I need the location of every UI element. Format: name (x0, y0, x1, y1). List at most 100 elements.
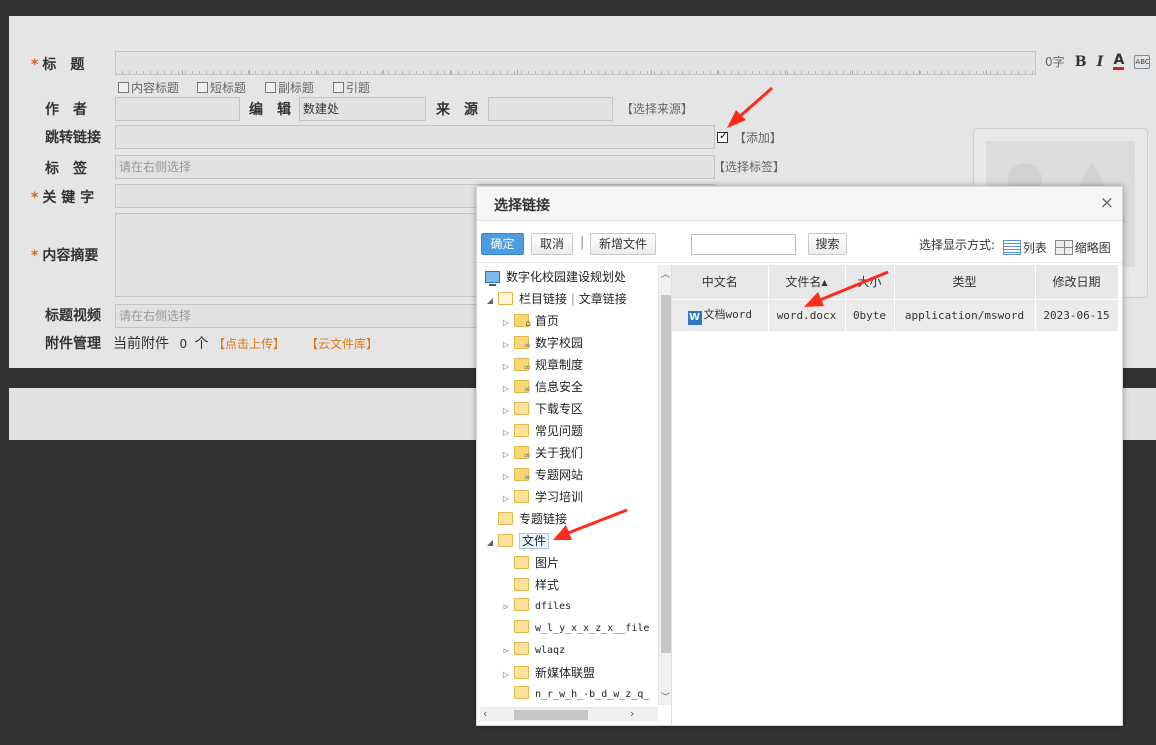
collapsed-arrow-icon: ▷ (502, 428, 510, 437)
folder-icon (514, 424, 529, 437)
cancel-button[interactable]: 取消 (531, 233, 573, 255)
tree-file-new-media[interactable]: ▷ 新媒体联盟 (501, 663, 595, 683)
jump-link-label: 跳转链接 (45, 130, 101, 146)
tree-node-files[interactable]: ◢ 文件 (485, 531, 550, 551)
checkbox-lead-title[interactable]: 引题 (333, 79, 370, 96)
editor-label: 编 辑 (249, 102, 291, 118)
folder-icon (514, 556, 529, 569)
tree-node-topic-links[interactable]: 专题链接 (485, 509, 567, 529)
tree-item-training[interactable]: ▷ 学习培训 (501, 487, 583, 507)
tree-file-nrwh[interactable]: n_r_w_h_-b_d_w_z_q_ (501, 685, 649, 705)
author-input[interactable] (115, 97, 240, 121)
collapsed-arrow-icon: ▷ (502, 670, 510, 679)
italic-button[interactable]: I (1097, 54, 1104, 70)
link-tree: 数字化校园建设规划处 ◢ 栏目链接 | 文章链接 ▷ ⌂ 首页 ▷ ∞ 数字校园 ▷ ∞ 规章… (480, 265, 672, 725)
collapsed-arrow-icon: ▷ (502, 340, 510, 349)
tree-item-info-security[interactable]: ▷ ∞ 信息安全 (501, 377, 583, 397)
collapsed-arrow-icon: ▷ (502, 362, 510, 371)
col-header-modified[interactable]: 修改日期 (1035, 265, 1119, 299)
select-source-link[interactable]: 【选择来源】 (621, 100, 693, 117)
search-button[interactable]: 搜索 (808, 233, 847, 255)
scroll-right-icon[interactable]: › (630, 707, 634, 720)
checkbox-icon (197, 82, 208, 93)
tree-item-regulations[interactable]: ▷ ∞ 规章制度 (501, 355, 583, 375)
tree-node-column-links[interactable]: ◢ 栏目链接 | 文章链接 (485, 289, 627, 309)
source-label: 来 源 (436, 102, 478, 118)
summary-label: * 内容摘要 (31, 248, 99, 264)
list-view-icon (1002, 240, 1021, 255)
tree-item-topic-sites[interactable]: ▷ ∞ 专题网站 (501, 465, 583, 485)
new-file-button[interactable]: 新增文件 (590, 233, 656, 255)
col-header-size[interactable]: 大小 (845, 265, 895, 299)
view-mode-label: 选择显示方式: (919, 238, 996, 252)
tree-file-dfiles[interactable]: ▷ dfiles (501, 597, 571, 617)
upload-link[interactable]: 【点击上传】 (213, 335, 285, 352)
tree-file-wlyxxzx[interactable]: w_l_y_x_x_z_x__file (501, 619, 649, 639)
scroll-thumb[interactable] (514, 710, 588, 720)
folder-icon (514, 490, 529, 503)
checkbox-icon (333, 82, 344, 93)
select-link-dialog: 选择链接 × 确定 取消 | 新增文件 搜索 选择显示方式: 列表 缩略图 数字… (476, 186, 1123, 726)
checkbox-icon (265, 82, 276, 93)
font-color-button[interactable]: A (1113, 53, 1125, 70)
tree-vertical-scrollbar[interactable]: ︿ ﹀ (658, 265, 671, 705)
view-thumbnail-option[interactable]: 缩略图 (1054, 239, 1111, 256)
folder-icon (498, 512, 513, 525)
col-header-type[interactable]: 类型 (894, 265, 1036, 299)
tags-input[interactable]: 请在右侧选择 (115, 155, 715, 179)
collapsed-arrow-icon: ▷ (502, 450, 510, 459)
dialog-title: 选择链接 (494, 198, 550, 214)
editor-input[interactable]: 数建处 (299, 97, 426, 121)
search-input[interactable] (691, 234, 796, 255)
scroll-thumb[interactable] (661, 295, 671, 653)
scroll-left-icon[interactable]: ‹ (483, 707, 487, 720)
title-video-label: 标题视频 (45, 308, 101, 324)
confirm-button[interactable]: 确定 (481, 233, 524, 255)
source-input[interactable] (488, 97, 613, 121)
open-folder-icon (498, 292, 513, 305)
dialog-header: 选择链接 × (477, 187, 1122, 221)
close-icon[interactable]: × (1100, 193, 1114, 213)
tree-item-digital-campus[interactable]: ▷ ∞ 数字校园 (501, 333, 583, 353)
cell-type: application/msword (894, 298, 1036, 331)
jump-link-input[interactable] (115, 125, 715, 149)
table-row[interactable]: W 文档word word.docx 0byte application/mswo… (672, 298, 1119, 331)
tree-root[interactable]: 数字化校园建设规划处 (485, 267, 626, 287)
tags-label: 标 签 (45, 161, 87, 177)
folder-icon (514, 620, 529, 633)
tree-item-downloads[interactable]: ▷ 下载专区 (501, 399, 583, 419)
view-list-option[interactable]: 列表 (1002, 239, 1047, 256)
tree-file-styles[interactable]: 样式 (501, 575, 559, 595)
title-input[interactable] (115, 51, 1036, 75)
jump-link-checkbox[interactable]: ✓ 【添加】 (717, 129, 782, 146)
checkbox-checked-icon: ✓ (717, 129, 729, 143)
select-tags-link[interactable]: 【选择标签】 (713, 158, 785, 175)
spellcheck-icon[interactable]: ABC (1134, 54, 1151, 69)
checkbox-short-title[interactable]: 短标题 (197, 79, 246, 96)
tree-file-wlaqz[interactable]: ▷ wlaqz (501, 641, 565, 661)
cloud-library-link[interactable]: 【云文件库】 (306, 335, 378, 352)
folder-icon (514, 402, 529, 415)
col-header-file-name[interactable]: 文件名▲ (768, 265, 846, 299)
title-char-count: 0字 (1045, 55, 1065, 69)
tree-item-home[interactable]: ▷ ⌂ 首页 (501, 311, 559, 331)
tree-horizontal-scrollbar[interactable]: ‹ › (480, 707, 658, 721)
folder-icon (514, 666, 529, 679)
toolbar-separator: | (580, 235, 585, 250)
collapsed-arrow-icon: ▷ (502, 384, 510, 393)
cell-cn-name: W 文档word (672, 298, 769, 331)
tree-item-faq[interactable]: ▷ 常见问题 (501, 421, 583, 441)
scroll-down-icon[interactable]: ﹀ (661, 690, 670, 703)
folder-icon (498, 534, 513, 547)
add-jump-link[interactable]: 【添加】 (734, 131, 782, 145)
checkbox-subtitle[interactable]: 副标题 (265, 79, 314, 96)
file-list-pane: 中文名 文件名▲ 大小 类型 修改日期 W 文档word word.docx 0b… (672, 265, 1120, 725)
scroll-up-icon[interactable]: ︿ (661, 267, 670, 280)
checkbox-content-title[interactable]: 内容标题 (118, 79, 179, 96)
cell-file-name: word.docx (768, 298, 846, 331)
tree-item-about-us[interactable]: ▷ ∞ 关于我们 (501, 443, 583, 463)
col-header-cn-name[interactable]: 中文名 (672, 265, 769, 299)
tree-file-images[interactable]: 图片 (501, 553, 559, 573)
word-file-icon: W (687, 310, 702, 325)
bold-button[interactable]: B (1075, 54, 1087, 70)
